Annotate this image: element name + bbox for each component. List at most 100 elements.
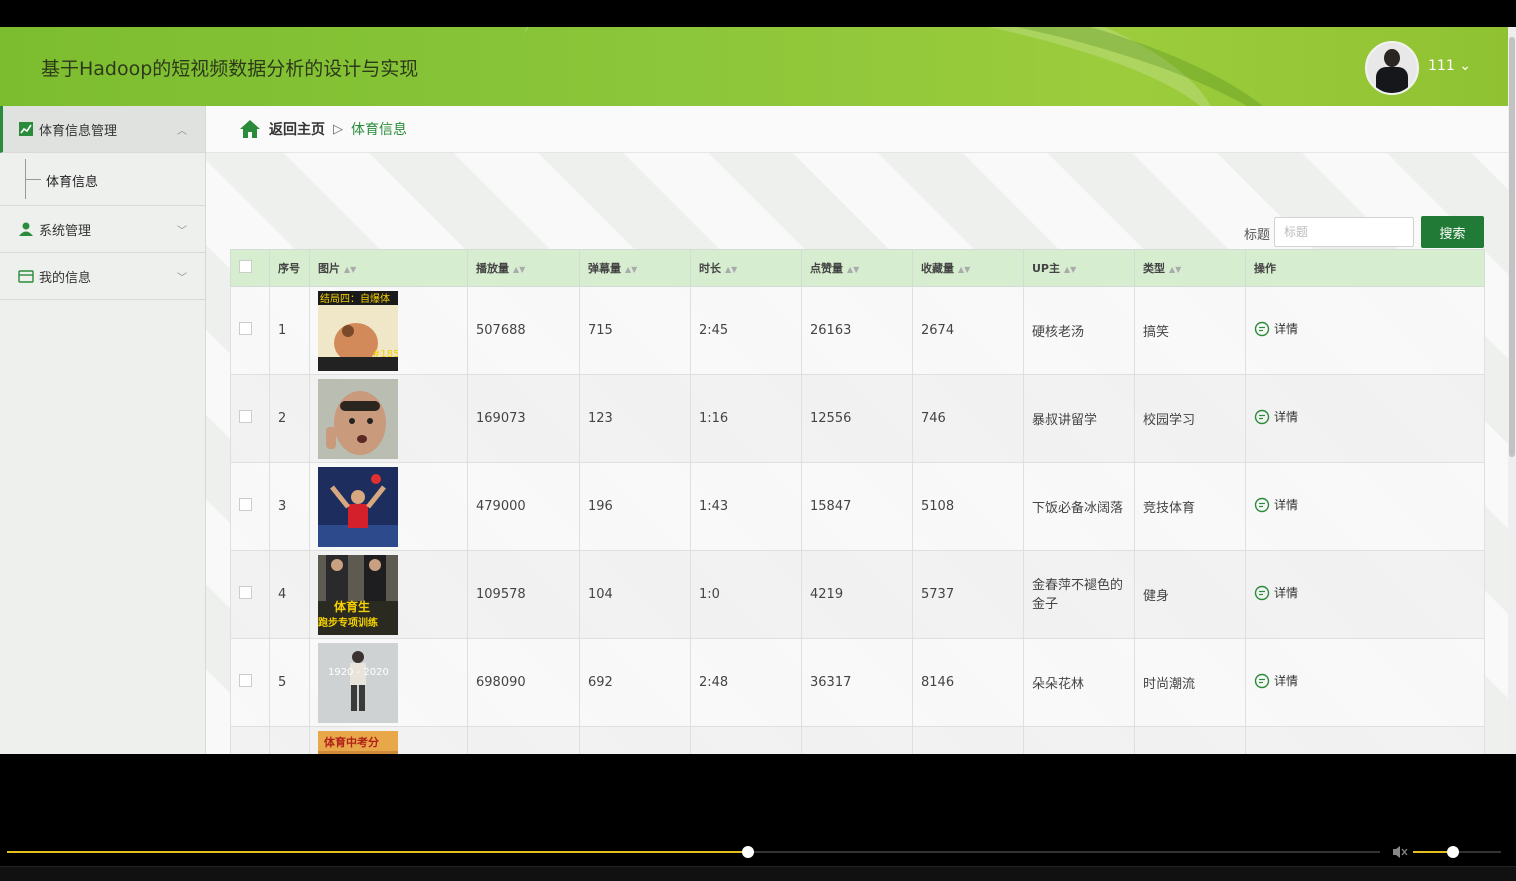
- detail-link[interactable]: 详情: [1254, 672, 1298, 689]
- detail-icon: [1254, 673, 1270, 688]
- search-label: 标题: [1244, 228, 1271, 243]
- breadcrumb-current: 体育信息: [351, 122, 407, 138]
- sidebar-item-sports-info[interactable]: 体育信息: [0, 153, 205, 206]
- sort-icon[interactable]: ▲▼: [725, 265, 737, 274]
- video-thumbnail[interactable]: 1920 - 2020: [318, 642, 398, 723]
- video-player-controls: [0, 754, 1516, 881]
- column-header: 操作: [1245, 249, 1485, 287]
- column-header-sortable[interactable]: 时长 ▲▼: [690, 249, 802, 287]
- chevron-down-icon: ﹀: [177, 226, 187, 237]
- seek-bar[interactable]: [7, 846, 1380, 858]
- sidebar-group-label: 系统管理: [39, 223, 92, 239]
- main-content: 返回主页 ▷ 体育信息 标题 搜索 序号 图片▲▼ 播放量▲▼ 弹幕量▲▼ 时长…: [206, 106, 1508, 754]
- detail-icon: [1254, 409, 1270, 424]
- detail-icon: [1254, 321, 1270, 336]
- sidebar: 体育信息管理 ︿ 体育信息 系统管理 ﹀ 我的信息 ﹀: [0, 106, 206, 754]
- chevron-up-icon: ︿: [177, 126, 187, 137]
- column-header-sortable[interactable]: 图片 ▲▼: [309, 249, 468, 287]
- detail-link[interactable]: 详情: [1254, 584, 1298, 601]
- table-row: 1 结局四：自爆体 #185 507688 715 2:45 26163 267…: [230, 286, 1485, 375]
- detail-link[interactable]: 详情: [1254, 320, 1298, 337]
- app-title: 基于Hadoop的短视频数据分析的设计与实现: [41, 58, 419, 80]
- row-number: 5: [269, 638, 310, 727]
- thumbnail-text: 体育生: [334, 599, 370, 614]
- sidebar-group-system[interactable]: 系统管理 ﹀: [0, 206, 205, 253]
- search-button[interactable]: 搜索: [1421, 216, 1484, 248]
- sidebar-group-label: 我的信息: [39, 270, 92, 286]
- row-number: 3: [269, 462, 310, 551]
- sort-icon[interactable]: ▲▼: [958, 265, 970, 274]
- header-bar: 基于Hadoop的短视频数据分析的设计与实现 111 ⌄: [0, 27, 1508, 106]
- card-icon: [18, 270, 34, 283]
- table-row: 3 479000 196 1:43 15847 5108 下饭必备冰阔落 竞技体…: [230, 462, 1485, 551]
- row-number: 1: [269, 286, 310, 375]
- sort-icon[interactable]: ▲▼: [1169, 265, 1181, 274]
- row-checkbox[interactable]: [239, 410, 252, 423]
- detail-link[interactable]: 详情: [1254, 496, 1298, 513]
- sort-icon[interactable]: ▲▼: [513, 265, 525, 274]
- table-row: 5 1920 - 2020 698090 692 2:48 36317 8146…: [230, 638, 1485, 727]
- video-thumbnail[interactable]: 体育生 跑步专项训练: [318, 554, 398, 635]
- video-thumbnail[interactable]: [318, 466, 398, 547]
- sort-icon[interactable]: ▲▼: [847, 265, 859, 274]
- sort-icon[interactable]: ▲▼: [625, 265, 637, 274]
- row-checkbox[interactable]: [239, 322, 252, 335]
- taskbar: [0, 866, 1516, 881]
- seek-bar-fill: [7, 851, 749, 853]
- avatar[interactable]: [1365, 41, 1419, 95]
- user-icon: [19, 222, 33, 236]
- user-menu[interactable]: 111 ⌄: [1428, 58, 1471, 74]
- sports-table: 序号 图片 ▲▼ 播放量 ▲▼ 弹幕量 ▲▼ 时长 ▲▼ 点赞量 ▲▼ 收藏量 ▲▼ UP主…: [230, 249, 1485, 754]
- breadcrumb: 返回主页 ▷ 体育信息: [206, 106, 1508, 153]
- chevron-down-icon: ﹀: [177, 273, 187, 284]
- column-header: 序号: [269, 249, 310, 287]
- page-scrollbar[interactable]: [1508, 27, 1516, 754]
- column-header-sortable[interactable]: 播放量 ▲▼: [467, 249, 580, 287]
- seek-handle[interactable]: [742, 846, 755, 858]
- scrollbar-thumb[interactable]: [1509, 37, 1515, 457]
- sidebar-group-sports[interactable]: 体育信息管理 ︿: [0, 106, 205, 153]
- detail-icon: [1254, 585, 1270, 600]
- chart-icon: [19, 122, 33, 136]
- table-row: 体育中考分: [230, 726, 1485, 755]
- breadcrumb-separator: ▷: [333, 121, 343, 137]
- sidebar-group-label: 体育信息管理: [39, 123, 118, 139]
- row-checkbox[interactable]: [239, 674, 252, 687]
- video-thumbnail[interactable]: 结局四：自爆体 #185: [318, 290, 398, 371]
- chevron-down-icon: ⌄: [1459, 58, 1471, 74]
- sidebar-item-label: 体育信息: [46, 175, 99, 190]
- thumbnail-text: 跑步专项训练: [318, 616, 378, 629]
- column-header-sortable[interactable]: 类型 ▲▼: [1134, 249, 1246, 287]
- thumbnail-text: 体育中考分: [324, 735, 379, 749]
- column-header-sortable[interactable]: UP主 ▲▼: [1023, 249, 1135, 287]
- row-number: 2: [269, 374, 310, 463]
- video-thumbnail[interactable]: 体育中考分: [318, 730, 398, 755]
- thumbnail-text: 1920 - 2020: [328, 667, 389, 678]
- detail-icon: [1254, 497, 1270, 512]
- app-screen: 基于Hadoop的短视频数据分析的设计与实现 111 ⌄ 体育信息管理 ︿ 体育…: [0, 27, 1508, 754]
- title-search-input[interactable]: [1274, 217, 1414, 247]
- volume-icon[interactable]: [1392, 845, 1408, 859]
- column-header-sortable[interactable]: 弹幕量 ▲▼: [579, 249, 691, 287]
- home-icon[interactable]: [239, 118, 261, 140]
- thumbnail-text: 结局四：自爆体: [320, 292, 390, 305]
- thumbnail-text: #185: [372, 349, 398, 360]
- volume-slider[interactable]: [1413, 846, 1501, 858]
- sort-icon[interactable]: ▲▼: [344, 265, 356, 274]
- table-header-row: 序号 图片 ▲▼ 播放量 ▲▼ 弹幕量 ▲▼ 时长 ▲▼ 点赞量 ▲▼ 收藏量 ▲▼ UP主…: [230, 249, 1485, 287]
- detail-link[interactable]: 详情: [1254, 408, 1298, 425]
- row-checkbox[interactable]: [239, 498, 252, 511]
- row-number: 4: [269, 550, 310, 639]
- sort-icon[interactable]: ▲▼: [1064, 265, 1076, 274]
- breadcrumb-home-link[interactable]: 返回主页: [269, 119, 325, 139]
- row-checkbox[interactable]: [239, 586, 252, 599]
- select-all-checkbox[interactable]: [239, 260, 252, 273]
- table-row: 2 169073 123 1:16 12556 746 暴叔讲留学 校园学习 详…: [230, 374, 1485, 463]
- column-header-sortable[interactable]: 点赞量 ▲▼: [801, 249, 913, 287]
- volume-handle[interactable]: [1446, 846, 1459, 858]
- select-all-header: [230, 249, 270, 287]
- sidebar-group-my-info[interactable]: 我的信息 ﹀: [0, 253, 205, 300]
- table-row: 4 体育生 跑步专项训练 109578 104 1:0 4219 5737 金春…: [230, 550, 1485, 639]
- video-thumbnail[interactable]: [318, 378, 398, 459]
- column-header-sortable[interactable]: 收藏量 ▲▼: [912, 249, 1024, 287]
